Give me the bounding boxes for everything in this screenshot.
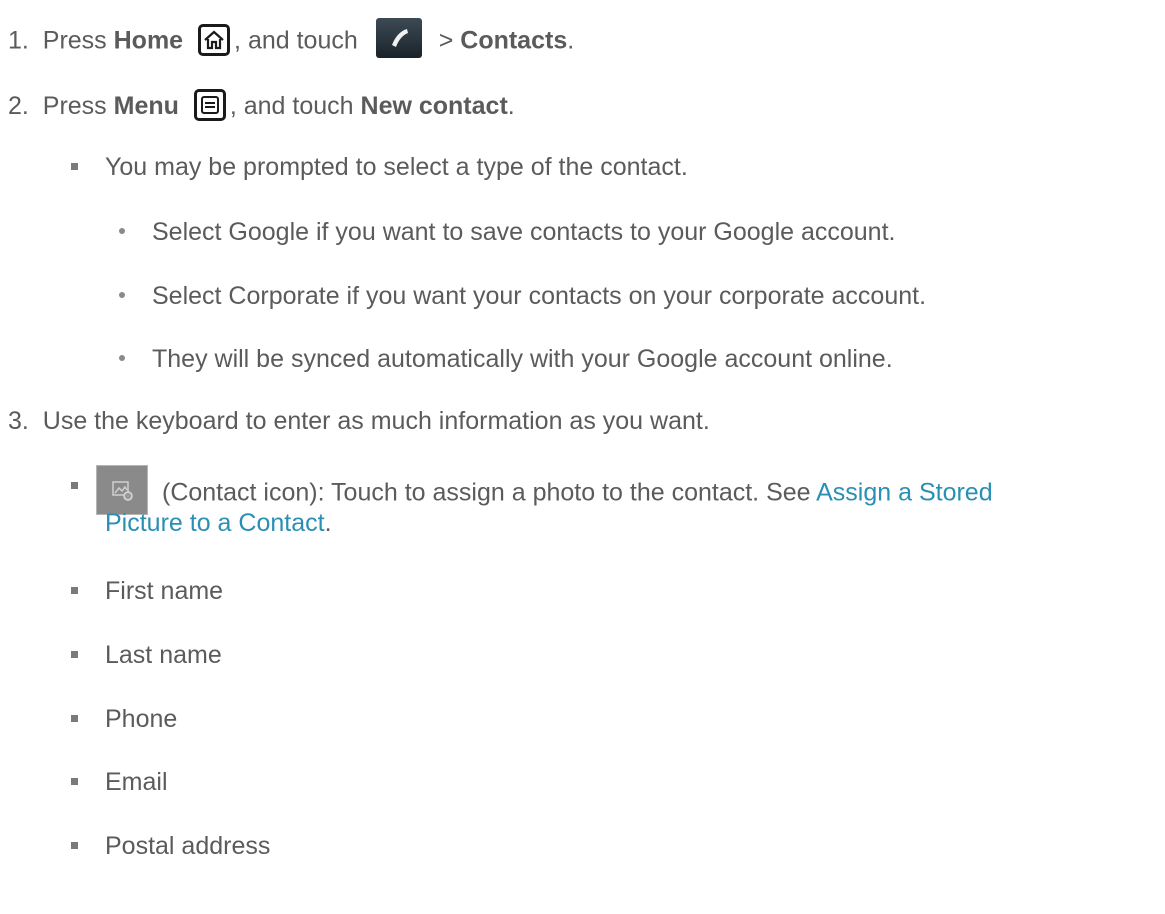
assign-picture-link-cont[interactable]: Picture to a Contact xyxy=(105,509,325,537)
contact-icon-item-line2: Picture to a Contact. xyxy=(105,509,332,537)
step-2: 2. Press Menu , and touch New contact. xyxy=(8,89,515,123)
field-first-name: First name xyxy=(105,577,224,605)
menu-label: Menu xyxy=(113,92,179,120)
step-number: 1. xyxy=(8,26,29,55)
step-number: 3. xyxy=(8,407,29,435)
field-email: Email xyxy=(105,768,168,796)
bullet xyxy=(119,355,125,361)
subitem-synced: They will be synced automatically with y… xyxy=(152,345,893,373)
step-3: 3. Use the keyboard to enter as much inf… xyxy=(8,407,710,435)
bullet xyxy=(119,228,125,234)
bullet xyxy=(71,842,78,849)
bullet xyxy=(71,482,78,489)
field-last-name: Last name xyxy=(105,641,222,669)
subitem-google: Select Google if you want to save contac… xyxy=(152,218,896,246)
bullet xyxy=(119,292,125,298)
field-phone: Phone xyxy=(105,705,178,733)
bullet xyxy=(71,778,78,785)
bullet xyxy=(71,651,78,658)
subitem-corporate: Select Corporate if you want your contac… xyxy=(152,282,927,310)
contacts-label: Contacts xyxy=(460,26,568,55)
assign-picture-link[interactable]: Assign a Stored xyxy=(816,479,993,507)
home-label: Home xyxy=(113,26,184,55)
step-2-note: You may be prompted to select a type of … xyxy=(105,153,688,181)
new-contact-label: New contact xyxy=(360,92,508,120)
field-postal-address: Postal address xyxy=(105,832,271,860)
step-number: 2. xyxy=(8,92,29,120)
home-icon xyxy=(198,24,231,56)
phone-icon xyxy=(375,18,422,58)
menu-icon xyxy=(193,89,226,122)
step-1: 1. Press Home , and touch > Contacts. xyxy=(8,18,574,62)
bullet xyxy=(71,715,78,722)
bullet xyxy=(71,163,78,170)
bullet xyxy=(71,587,78,594)
